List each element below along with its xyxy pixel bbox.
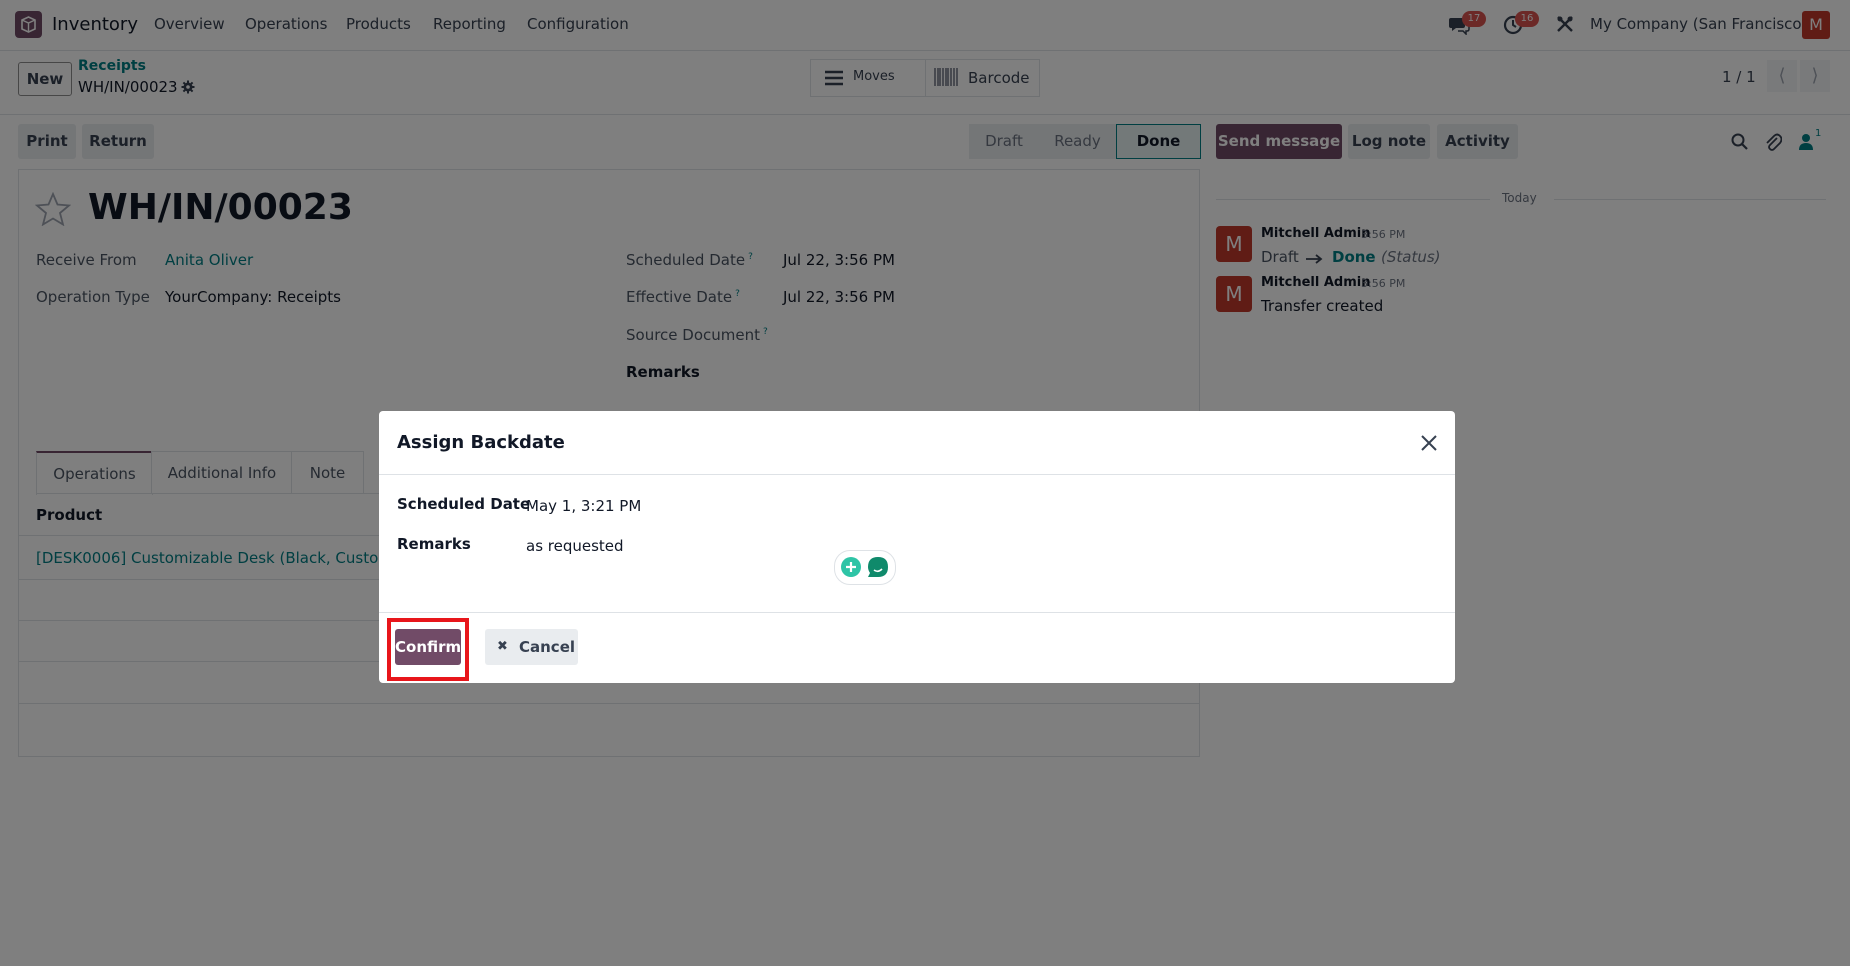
assign-backdate-dialog: Assign Backdate Scheduled Date May 1, 3:… (379, 411, 1455, 683)
cancel-label: Cancel (519, 638, 576, 656)
confirm-button[interactable]: Confirm (395, 629, 461, 665)
modal-header-divider (379, 474, 1455, 475)
modal-footer-divider (379, 612, 1455, 613)
close-icon[interactable] (1419, 433, 1439, 453)
chat-bubble-icon[interactable] (866, 555, 890, 579)
cancel-button[interactable]: ✖ Cancel (485, 629, 578, 665)
cancel-x-icon: ✖ (497, 639, 508, 654)
modal-scheduled-date-input[interactable]: May 1, 3:21 PM (526, 497, 641, 515)
modal-title: Assign Backdate (397, 432, 565, 453)
modal-scheduled-date-label: Scheduled Date (397, 495, 531, 513)
modal-remarks-input[interactable]: as requested (526, 537, 624, 555)
assistant-widget[interactable] (834, 550, 896, 585)
confirm-label: Confirm (395, 638, 462, 656)
lightbulb-icon[interactable] (841, 557, 861, 577)
modal-remarks-label: Remarks (397, 535, 471, 553)
